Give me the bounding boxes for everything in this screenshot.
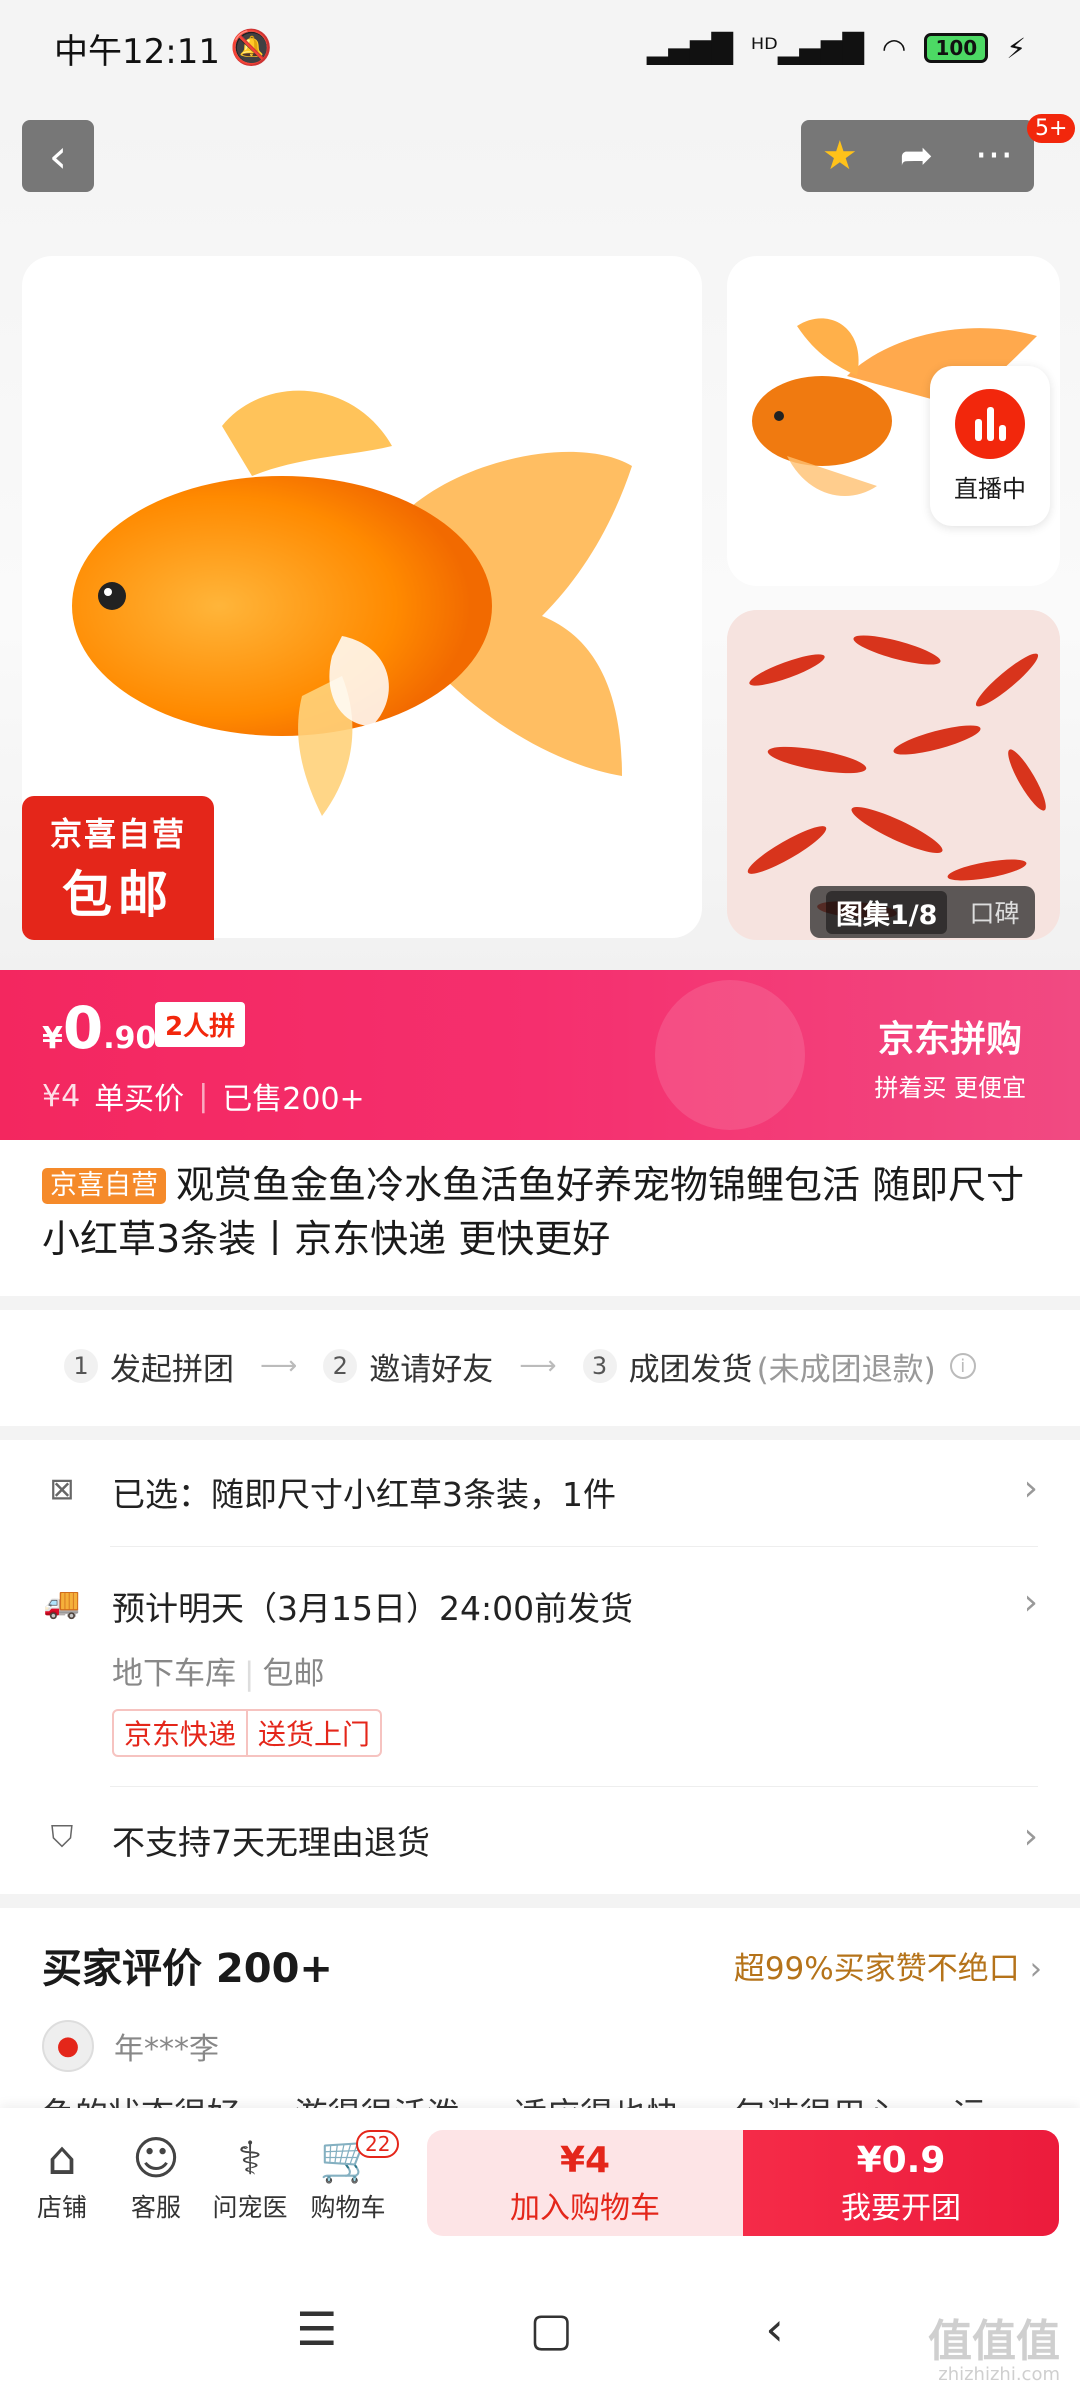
- truck-icon: 🚚: [43, 1586, 81, 1621]
- refund-note: (未成团退款): [756, 1351, 936, 1388]
- chevron-right-icon: ›: [1029, 1950, 1042, 1987]
- status-bar: 中午12:11 🔕 ▂▄▆█ ᴴᴰ▂▄▆█ ◠ 100 ⚡: [0, 0, 1080, 96]
- album-counter[interactable]: 图集1/8 口碑: [810, 886, 1036, 938]
- add-to-cart-button[interactable]: ¥4 加入购物车: [427, 2130, 743, 2236]
- battery-icon: 100: [924, 33, 989, 63]
- reviews-praise-link[interactable]: 超99%买家赞不绝口 ›: [734, 1943, 1042, 1988]
- ask-vet-button[interactable]: ⚕ 问宠医: [202, 2128, 298, 2224]
- chevron-right-icon: ›: [1023, 1582, 1038, 1623]
- jd-pingou-brand: 京东拼购 拼着买 更便宜: [874, 1019, 1026, 1102]
- product-title: 京喜自营 观赏鱼金鱼冷水鱼活鱼好养宠物锦鲤包活 随即尺寸小红草3条装丨京东快递 更…: [42, 1163, 1025, 1261]
- arrow-icon: ⟶: [260, 1351, 298, 1381]
- bottom-action-bar: ⌂ 店铺 ☺ 客服 ⚕ 问宠医 🛒 22 购物车 ¥4 加入购物车 ¥0.9 我…: [0, 2108, 1080, 2258]
- arrow-icon: ⟶: [519, 1351, 557, 1381]
- hd-signal-icon: ᴴᴰ▂▄▆█: [750, 31, 864, 65]
- customer-service-button[interactable]: ☺ 客服: [108, 2128, 204, 2224]
- delivery-tags: 京东快递 送货上门: [112, 1709, 383, 1757]
- shield-check-icon: ⛉: [50, 1820, 74, 1855]
- start-group-button[interactable]: ¥0.9 我要开团: [743, 2130, 1059, 2236]
- bell-muted-icon: 🔕: [229, 28, 273, 68]
- signal-icon: ▂▄▆█: [646, 31, 733, 65]
- section-divider: [0, 1426, 1080, 1440]
- delivery-estimate: 预计明天（3月15日）24:00前发货: [112, 1589, 634, 1628]
- live-icon: [955, 388, 1025, 459]
- price-band: ¥ 0 .90 2人拼 ¥4 单买价 | 已售200+ 京东拼购 拼着买 更便宜: [0, 970, 1080, 1140]
- chevron-left-icon: ‹: [48, 129, 68, 183]
- shipping-fee: 包邮: [262, 1656, 325, 1692]
- single-price-row: ¥4 单买价 | 已售200+: [42, 1074, 365, 1118]
- charging-icon: ⚡: [1006, 31, 1026, 65]
- reviews-header[interactable]: 买家评价 200+ 超99%买家赞不绝口 ›: [42, 1936, 1042, 1994]
- avatar: ●: [42, 2020, 94, 2072]
- message-badge: 5+: [1027, 114, 1076, 143]
- single-price-label: 单买价: [94, 1082, 185, 1117]
- cart-count-badge: 22: [356, 2130, 400, 2158]
- step-invite-friends: 邀请好友: [369, 1351, 494, 1388]
- section-divider: [0, 1894, 1080, 1908]
- selection-row[interactable]: ⊠ 已选：随即尺寸小红草3条装，1件 ›: [0, 1468, 1080, 1516]
- group-price: ¥ 0 .90: [42, 994, 157, 1062]
- self-operated-badge: 京喜自营 包邮: [22, 796, 214, 940]
- menu-icon[interactable]: ☰: [296, 2302, 337, 2356]
- back-button[interactable]: ‹: [22, 120, 94, 192]
- group-size-tag: 2人拼: [155, 1002, 246, 1047]
- watermark: 值值值 zhizhizhi.com: [928, 2316, 1060, 2386]
- info-icon[interactable]: i: [949, 1353, 976, 1379]
- shop-button[interactable]: ⌂ 店铺: [14, 2128, 110, 2224]
- product-gallery: ‹ ★ ➦ ··· 5+ 京喜自营 包邮 直播中 图集1/8 口碑: [0, 96, 1080, 970]
- review-username: 年***李: [114, 2032, 219, 2067]
- top-toolbar: ★ ➦ ···: [801, 120, 1034, 192]
- ship-from: 地下车库: [112, 1656, 236, 1692]
- puzzle-decoration: [655, 980, 805, 1130]
- system-nav-bar: ☰ ▢ ‹: [0, 2258, 1080, 2400]
- sold-count: 已售200+: [222, 1082, 365, 1117]
- delivery-row[interactable]: 🚚 预计明天（3月15日）24:00前发货 地下车库 | 包邮 京东快递 送货上门 …: [0, 1582, 1080, 1757]
- cart-button[interactable]: 🛒 22 购物车: [300, 2128, 400, 2224]
- review-user: ● 年***李: [42, 2020, 219, 2072]
- more-icon[interactable]: ···: [975, 133, 1013, 179]
- reviews-title: 买家评价 200+: [42, 1946, 333, 1992]
- thumbnail-goldfish[interactable]: 直播中: [727, 256, 1060, 586]
- self-operated-tag: 京喜自营: [42, 1168, 166, 1204]
- status-time: 中午12:11: [54, 31, 220, 72]
- wifi-icon: ◠: [881, 31, 907, 65]
- favorite-star-icon[interactable]: ★: [822, 133, 858, 179]
- step-start-group: 发起拼团: [110, 1351, 234, 1388]
- share-icon[interactable]: ➦: [900, 133, 934, 179]
- single-price: ¥4: [42, 1078, 81, 1114]
- home-square-icon[interactable]: ▢: [530, 2302, 573, 2356]
- returns-policy-row[interactable]: ⛉ 不支持7天无理由退货 ›: [0, 1816, 1080, 1864]
- store-icon: ⌂: [47, 2131, 77, 2185]
- live-stream-button[interactable]: 直播中: [930, 366, 1050, 526]
- doctor-icon: ⚕: [237, 2131, 263, 2185]
- back-triangle-icon[interactable]: ‹: [765, 2302, 783, 2356]
- chat-smile-icon: ☺: [132, 2131, 180, 2185]
- chevron-right-icon: ›: [1023, 1816, 1038, 1857]
- chevron-right-icon: ›: [1023, 1468, 1038, 1509]
- selected-spec-icon: ⊠: [49, 1472, 75, 1507]
- step-ship: 成团发货: [628, 1351, 753, 1388]
- group-buy-steps[interactable]: 1 发起拼团 ⟶ 2 邀请好友 ⟶ 3 成团发货 (未成团退款) i: [0, 1306, 1080, 1426]
